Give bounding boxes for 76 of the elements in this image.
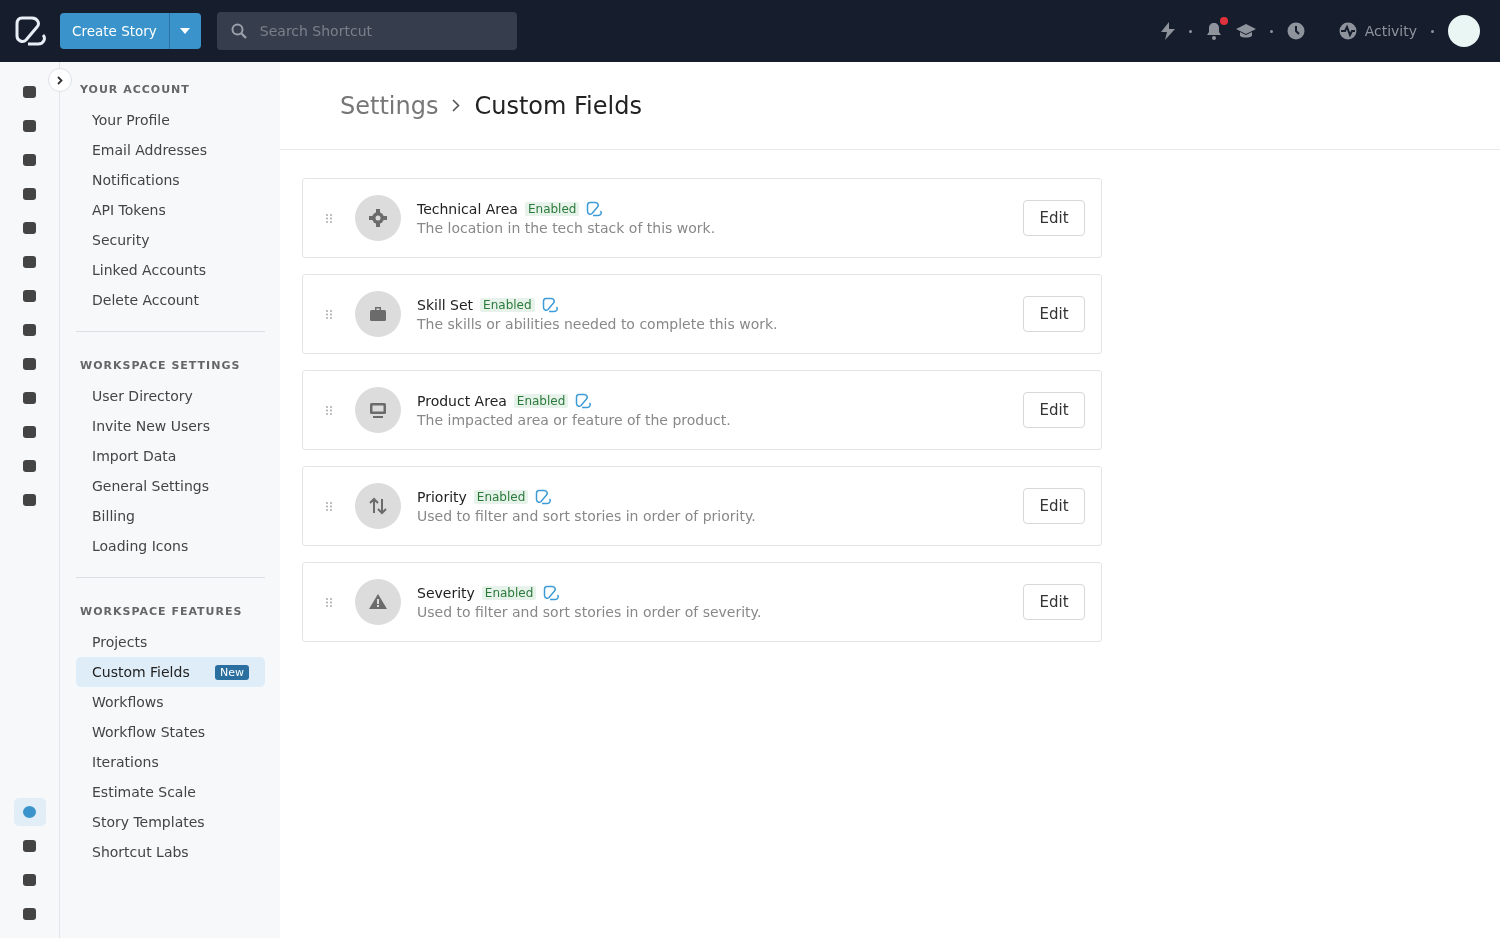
avatar[interactable] (1448, 15, 1480, 47)
sidebar-item[interactable]: Story Templates (76, 807, 265, 837)
logo-icon[interactable] (14, 15, 46, 47)
create-dropdown-button[interactable] (168, 13, 201, 49)
sidebar-item[interactable]: Billing (76, 501, 265, 531)
field-name: Technical Area (417, 200, 518, 217)
section-heading: WORKSPACE SETTINGS (79, 358, 242, 374)
edit-button[interactable]: Edit (1023, 392, 1085, 428)
monitor-icon (355, 387, 401, 433)
edit-button[interactable]: Edit (1023, 584, 1085, 620)
field-description: Used to filter and sort stories in order of severity. (417, 603, 763, 620)
sidebar-item[interactable]: Workflow States (76, 717, 265, 747)
status-badge: Enabled (524, 201, 580, 216)
arrows-icon (355, 483, 401, 529)
bell-icon[interactable] (1205, 22, 1222, 40)
sidebar-item[interactable]: Workflows (76, 687, 265, 717)
field-description: Used to filter and sort stories in order of priority. (417, 507, 757, 524)
sidebar-item[interactable]: Security (76, 225, 265, 255)
sidebar-item[interactable]: Import Data (76, 441, 265, 471)
chevron-icon (57, 75, 63, 85)
edit-button[interactable]: Edit (1023, 488, 1085, 524)
section-heading: YOUR ACCOUNT (79, 82, 191, 98)
edit-button[interactable]: Edit (1023, 200, 1085, 236)
status-badge: Enabled (513, 393, 569, 408)
drag-handle-icon[interactable] (326, 597, 332, 607)
briefcase-icon (355, 291, 401, 337)
field-name: Skill Set (417, 296, 474, 313)
logo-icon (586, 200, 603, 217)
expand-sidebar-button[interactable] (48, 68, 72, 92)
sidebar-item[interactable]: Custom Fields New (76, 657, 265, 687)
edit-button[interactable]: Edit (1023, 296, 1085, 332)
sidebar-item[interactable]: Notifications (76, 165, 265, 195)
sidebar-item[interactable]: Projects (76, 627, 265, 657)
logo-icon (575, 392, 592, 409)
sidebar-item[interactable]: Your Profile (76, 105, 265, 135)
chevron-icon (452, 99, 461, 112)
sidebar-item[interactable]: API Tokens (76, 195, 265, 225)
pulse-icon (1338, 22, 1357, 40)
warning-icon (355, 579, 401, 625)
drag-handle-icon[interactable] (326, 501, 332, 511)
activity-button[interactable]: Activity (1338, 22, 1417, 40)
logo-icon (541, 296, 558, 313)
field-name: Priority (417, 488, 467, 505)
status-badge: Enabled (480, 297, 535, 312)
field-description: The skills or abilities needed to complete this work. (417, 315, 779, 332)
new-badge: New (215, 664, 249, 680)
field-name: Severity (417, 584, 475, 601)
logo-icon (535, 488, 552, 505)
caret-icon (180, 28, 191, 34)
breadcrumb-link[interactable]: Settings (340, 91, 439, 120)
logo-icon (543, 584, 560, 601)
page-title: Custom Fields (474, 91, 642, 120)
graduation-cap-icon[interactable] (1235, 23, 1256, 39)
sidebar-item[interactable]: User Directory (76, 381, 265, 411)
sidebar-item[interactable]: Shortcut Labs (76, 837, 265, 867)
sidebar-item[interactable]: Linked Accounts (76, 255, 265, 285)
sidebar-item[interactable]: Estimate Scale (76, 777, 265, 807)
section-heading: WORKSPACE FEATURES (79, 604, 244, 620)
lightning-icon[interactable] (1160, 22, 1175, 40)
status-badge: Enabled (481, 585, 537, 600)
field-description: The location in the tech stack of this work. (417, 219, 717, 236)
drag-handle-icon[interactable] (326, 213, 332, 223)
sidebar-item[interactable]: General Settings (76, 471, 265, 501)
sidebar-item[interactable]: Iterations (76, 747, 265, 777)
drag-handle-icon[interactable] (326, 309, 332, 319)
field-name: Product Area (417, 392, 507, 409)
status-badge: Enabled (473, 489, 529, 504)
sidebar-item[interactable]: Email Addresses (76, 135, 265, 165)
search-field[interactable]: Search Shortcut (216, 12, 517, 50)
field-description: The impacted area or feature of the product. (417, 411, 732, 428)
sidebar-item[interactable]: Invite New Users (76, 411, 265, 441)
gear-icon (355, 195, 401, 241)
drag-handle-icon[interactable] (326, 405, 332, 415)
sidebar-item[interactable]: Loading Icons (76, 531, 265, 561)
clock-icon[interactable] (1286, 22, 1305, 40)
sidebar-item[interactable]: Delete Account (76, 285, 265, 315)
